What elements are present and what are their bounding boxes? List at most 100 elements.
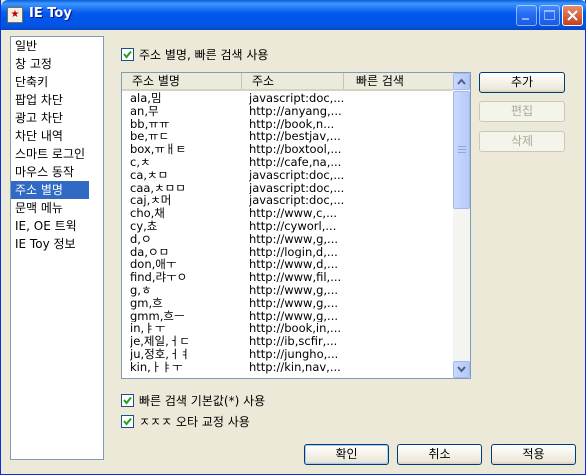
table-row[interactable]: d,ㅇ http://www,g,... bbox=[122, 233, 453, 246]
table-row[interactable]: ala,밈 javascript:doc,... bbox=[122, 92, 453, 105]
address-cell: http://www,g,... bbox=[249, 283, 339, 297]
alias-cell: bb,ㅠㅠ bbox=[130, 117, 170, 131]
nav-item[interactable]: 팝업 차단 bbox=[11, 91, 103, 109]
category-list[interactable]: 일반 창 고정 단축키 팝업 차단 광고 차단 차단 내역 스마트 로그인 마우스 동작 주소 … bbox=[10, 36, 104, 460]
table-rows: ala,밈 javascript:doc,... an,무 http://anyang… bbox=[122, 92, 453, 374]
window-title: IE Toy bbox=[29, 6, 72, 21]
cancel-button[interactable]: 취소 bbox=[397, 444, 482, 465]
alias-cell: find,랴ㅜㅇ bbox=[130, 271, 188, 284]
table-row[interactable]: je,제일,ㅓㄷ http://ib,scfir,... bbox=[122, 335, 453, 348]
nav-item[interactable]: 차단 내역 bbox=[11, 127, 103, 145]
title-bar[interactable]: ★ IE Toy bbox=[1, 0, 586, 30]
edit-button[interactable]: 편집 bbox=[479, 101, 565, 122]
address-cell: http://cafe,na,... bbox=[249, 155, 342, 169]
use-alias-option[interactable]: 주소 별명, 빠른 검색 사용 bbox=[121, 46, 268, 63]
nav-item[interactable]: 스마트 로그인 bbox=[11, 145, 103, 163]
address-cell: javascript:doc,... bbox=[249, 194, 345, 208]
default-search-checkbox[interactable] bbox=[121, 394, 134, 407]
maximize-button[interactable] bbox=[539, 5, 560, 26]
alias-cell: g,ㅎ bbox=[130, 283, 152, 297]
table-row[interactable]: box,ㅠㅐㅌ http://boxtool,... bbox=[122, 143, 453, 156]
address-cell: http://login,d,... bbox=[249, 245, 338, 259]
scroll-up-button[interactable] bbox=[453, 73, 470, 90]
table-row[interactable]: cy,쵸 http://cyworl,... bbox=[122, 220, 453, 233]
nav-item[interactable]: 창 고정 bbox=[11, 55, 103, 73]
table-row[interactable]: in,ㅑㅜ http://book,in,... bbox=[122, 322, 453, 335]
address-cell: http://boxtool,... bbox=[249, 143, 342, 156]
column-header-quick-search[interactable]: 빠른 검색 bbox=[344, 73, 453, 89]
address-cell: http://cyworl,... bbox=[249, 219, 337, 233]
address-cell: http://www,c,... bbox=[249, 207, 338, 220]
address-cell: http://anyang,... bbox=[249, 104, 342, 118]
column-header-address[interactable]: 주소 bbox=[242, 73, 344, 89]
table-row[interactable]: kin,ㅏㅑㅜ http://kin,nav,... bbox=[122, 361, 453, 374]
alias-cell: ala,밈 bbox=[130, 92, 162, 105]
table-row[interactable]: gm,흐 http://www,g,... bbox=[122, 297, 453, 310]
address-cell: http://bestjav,... bbox=[249, 130, 341, 144]
ok-button[interactable]: 확인 bbox=[304, 444, 389, 465]
address-cell: javascript:doc,... bbox=[249, 92, 345, 105]
address-cell: http://jungho,... bbox=[249, 347, 339, 361]
alias-cell: gmm,흐ㅡ bbox=[130, 309, 185, 323]
address-cell: http://ib,scfir,... bbox=[249, 335, 338, 348]
nav-item[interactable]: IE Toy 정보 bbox=[11, 235, 103, 253]
typo-fix-checkbox[interactable] bbox=[121, 415, 134, 428]
delete-button[interactable]: 삭제 bbox=[479, 131, 565, 152]
minimize-button[interactable] bbox=[516, 5, 537, 26]
nav-item[interactable]: 마우스 동작 bbox=[11, 163, 103, 181]
app-icon: ★ bbox=[7, 7, 23, 23]
address-cell: http://www,g,... bbox=[249, 296, 339, 310]
nav-item[interactable]: 단축키 bbox=[11, 73, 103, 91]
table-row[interactable]: caj,ㅊ머 javascript:doc,... bbox=[122, 194, 453, 207]
alias-cell: ca,ㅊㅁ bbox=[130, 168, 169, 182]
table-row[interactable]: ju,정호,ㅓㅕ http://jungho,... bbox=[122, 348, 453, 361]
table-row[interactable]: caa,ㅊㅁㅁ javascript:doc,... bbox=[122, 182, 453, 195]
nav-item[interactable]: 문맥 메뉴 bbox=[11, 199, 103, 217]
nav-item[interactable]: 광고 차단 bbox=[11, 109, 103, 127]
address-cell: http://book,n... bbox=[249, 117, 335, 131]
nav-item[interactable]: 주소 별명 bbox=[11, 181, 89, 199]
alias-cell: ju,정호,ㅓㅕ bbox=[130, 347, 191, 361]
table-row[interactable]: gmm,흐ㅡ http://www,g,... bbox=[122, 310, 453, 323]
nav-item[interactable]: 일반 bbox=[11, 37, 103, 55]
add-button[interactable]: 추가 bbox=[479, 72, 565, 93]
table-row[interactable]: da,ㅇㅁ http://login,d,... bbox=[122, 246, 453, 259]
alias-cell: da,ㅇㅁ bbox=[130, 245, 170, 259]
checkmark-icon bbox=[123, 50, 132, 59]
table-row[interactable]: ca,ㅊㅁ javascript:doc,... bbox=[122, 169, 453, 182]
typo-fix-option[interactable]: ㅈㅈㅈ 오타 교정 사용 bbox=[121, 413, 250, 430]
vertical-scrollbar[interactable] bbox=[453, 73, 470, 378]
column-header-alias[interactable]: 주소 별명 bbox=[122, 73, 242, 89]
alias-cell: cy,쵸 bbox=[130, 219, 158, 233]
table-row[interactable]: find,랴ㅜㅇ http://www,fil,... bbox=[122, 271, 453, 284]
grip-line bbox=[458, 146, 466, 147]
checkmark-icon bbox=[123, 417, 132, 426]
default-search-option[interactable]: 빠른 검색 기본값(*) 사용 bbox=[121, 392, 265, 409]
alias-cell: je,제일,ㅓㄷ bbox=[130, 335, 190, 348]
table-row[interactable]: don,애ㅜ http://www,d,... bbox=[122, 258, 453, 271]
alias-cell: box,ㅠㅐㅌ bbox=[130, 143, 187, 156]
apply-button[interactable]: 적용 bbox=[491, 444, 576, 465]
table-row[interactable]: be,ㅠㄷ http://bestjav,... bbox=[122, 130, 453, 143]
alias-cell: kin,ㅏㅑㅜ bbox=[130, 360, 183, 374]
alias-table[interactable]: 주소 별명 주소 빠른 검색 ala,밈 javascript:doc,... an… bbox=[121, 72, 471, 379]
use-alias-checkbox[interactable] bbox=[121, 48, 134, 61]
alias-cell: in,ㅑㅜ bbox=[130, 322, 166, 336]
close-button[interactable] bbox=[562, 5, 583, 26]
alias-cell: caa,ㅊㅁㅁ bbox=[130, 181, 186, 195]
table-row[interactable]: bb,ㅠㅠ http://book,n... bbox=[122, 118, 453, 131]
nav-item[interactable]: IE, OE 트윅 bbox=[11, 217, 103, 235]
table-row[interactable]: c,ㅊ http://cafe,na,... bbox=[122, 156, 453, 169]
scroll-down-button[interactable] bbox=[453, 361, 470, 378]
address-cell: http://book,in,... bbox=[249, 322, 342, 336]
address-cell: http://www,g,... bbox=[249, 309, 339, 323]
table-row[interactable]: g,ㅎ http://www,g,... bbox=[122, 284, 453, 297]
alias-cell: c,ㅊ bbox=[130, 155, 151, 169]
table-row[interactable]: cho,채 http://www,c,... bbox=[122, 207, 453, 220]
grip-line bbox=[458, 149, 466, 150]
scroll-thumb[interactable] bbox=[453, 91, 470, 209]
alias-cell: caj,ㅊ머 bbox=[130, 194, 172, 208]
table-row[interactable]: an,무 http://anyang,... bbox=[122, 105, 453, 118]
address-cell: http://www,g,... bbox=[249, 232, 339, 246]
address-cell: http://kin,nav,... bbox=[249, 360, 341, 374]
